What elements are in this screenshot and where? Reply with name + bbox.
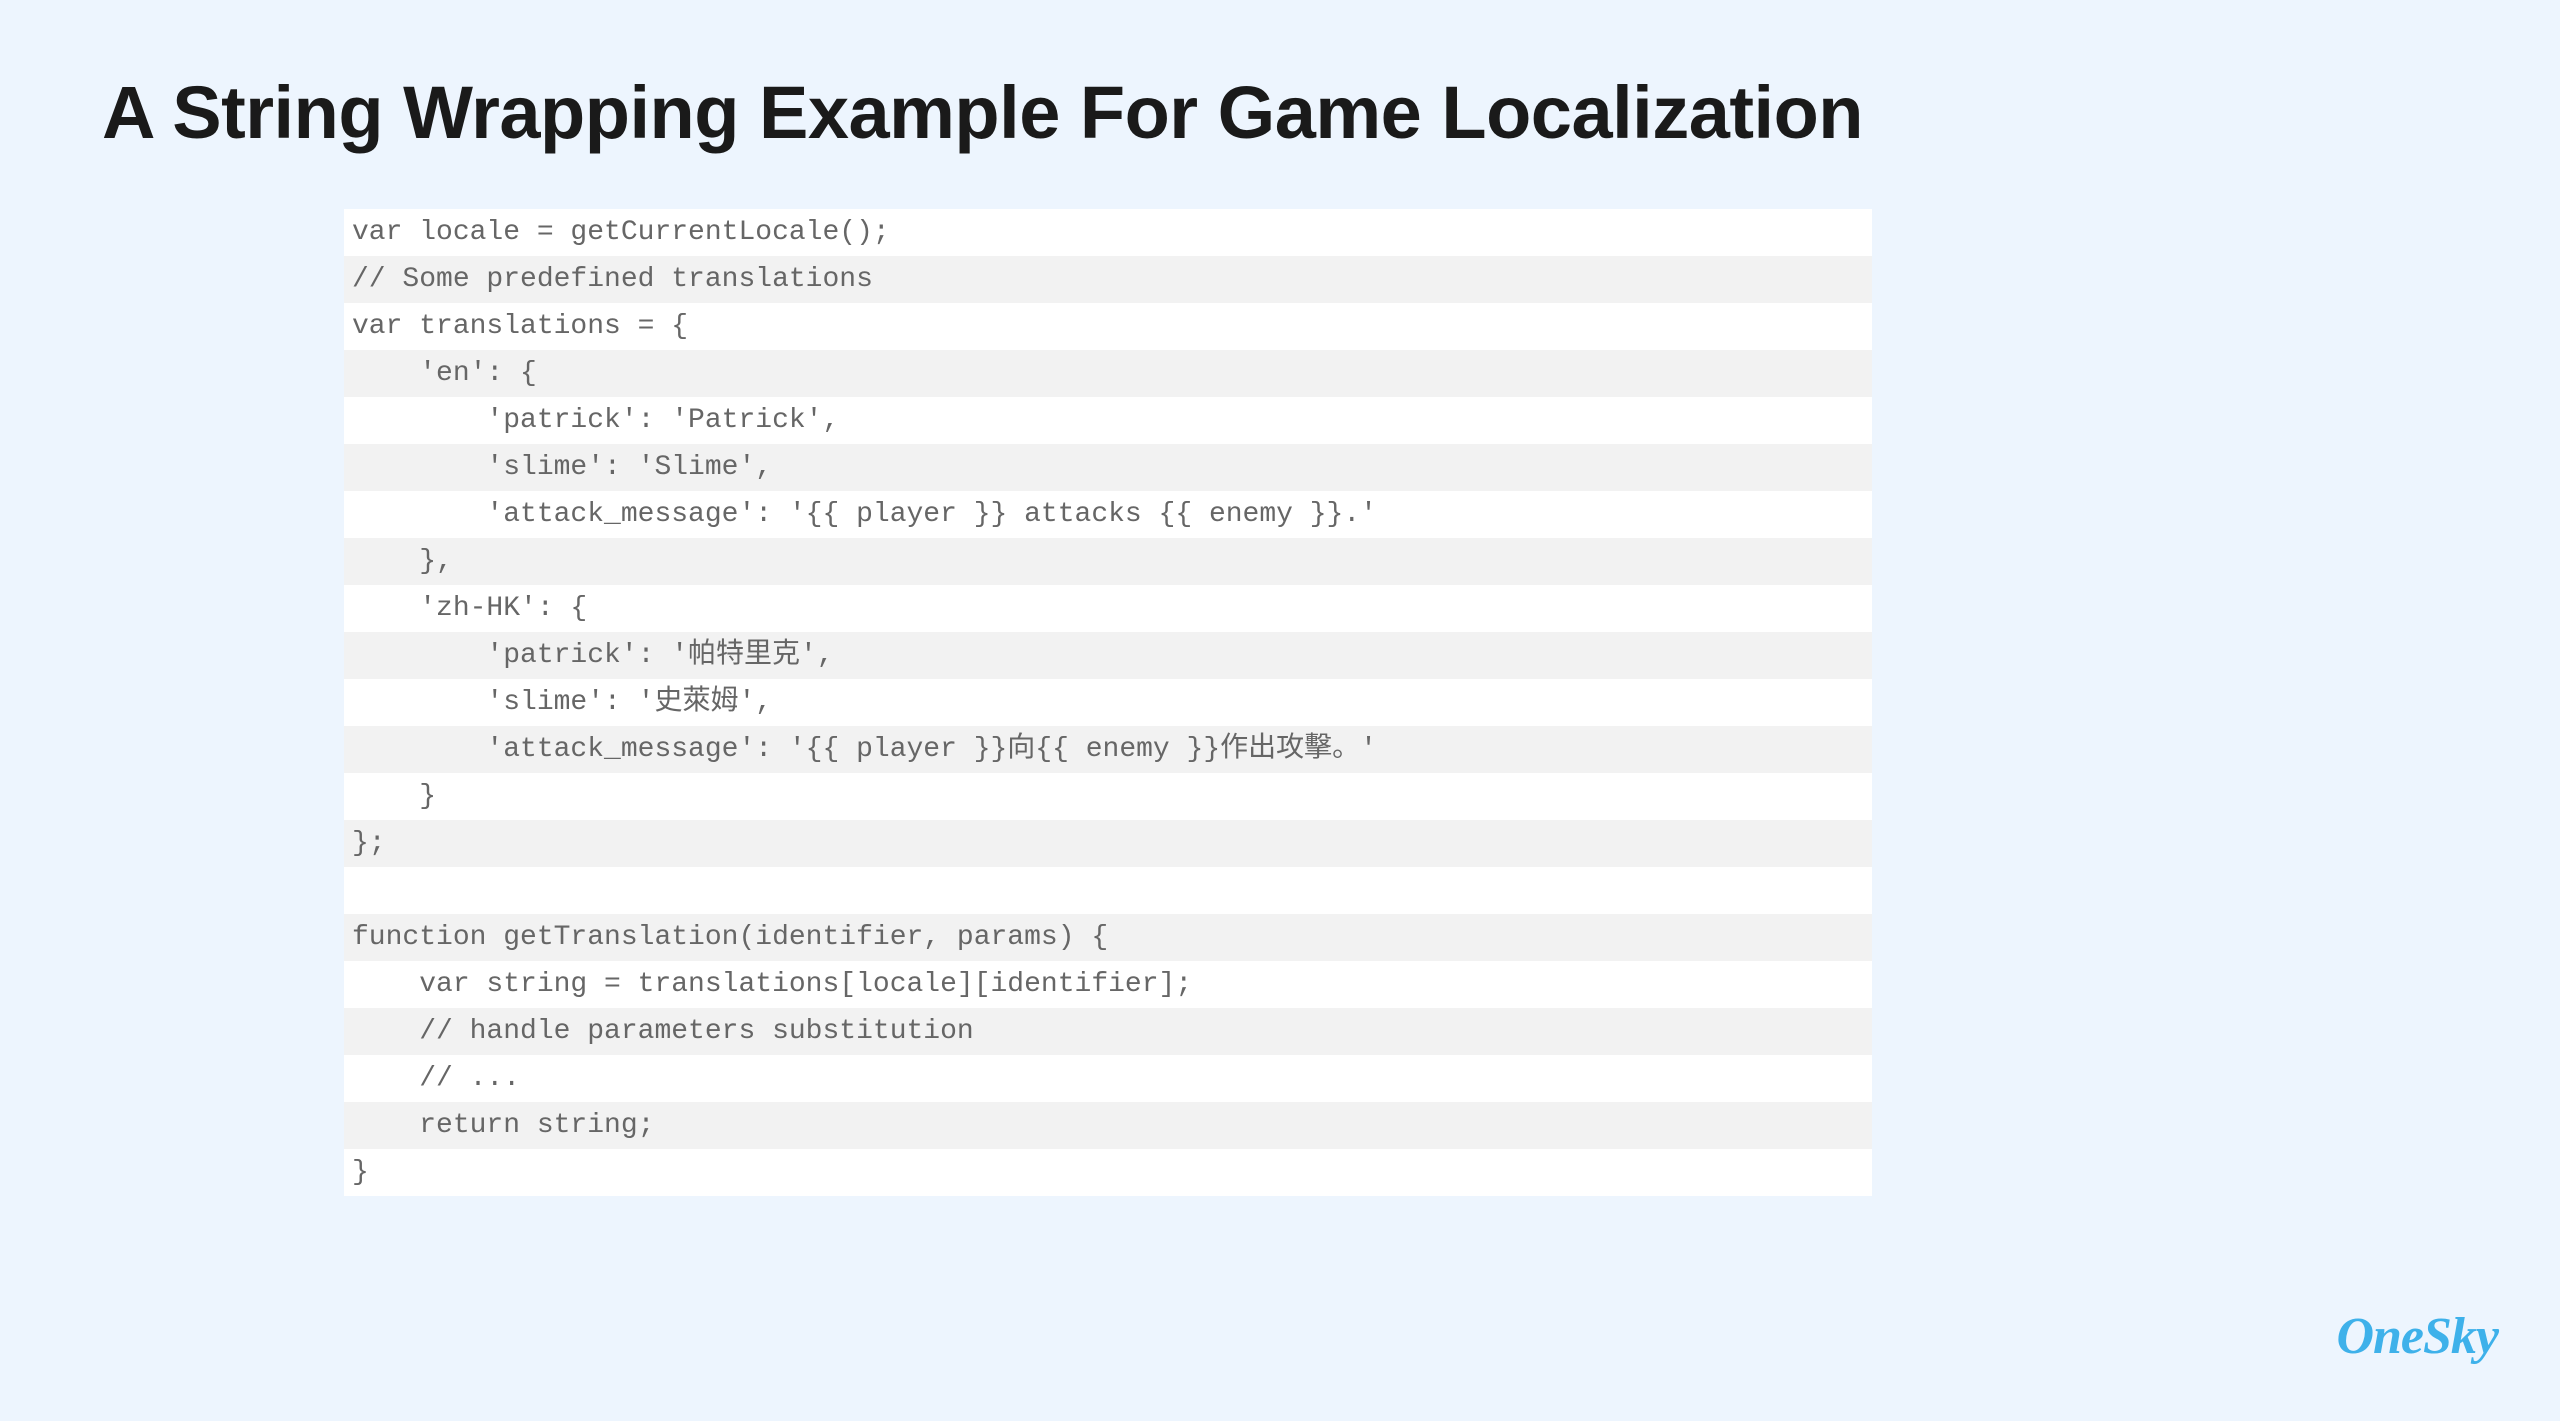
code-line: var locale = getCurrentLocale();: [344, 209, 1872, 256]
code-line: 'slime': '史萊姆',: [344, 679, 1872, 726]
code-line: },: [344, 538, 1872, 585]
code-line: [344, 867, 1872, 914]
code-line: 'patrick': 'Patrick',: [344, 397, 1872, 444]
code-line: 'patrick': '帕特里克',: [344, 632, 1872, 679]
code-line: 'attack_message': '{{ player }}向{{ enemy…: [344, 726, 1872, 773]
onesky-logo: OneSky: [2336, 1307, 2498, 1366]
code-line: var string = translations[locale][identi…: [344, 961, 1872, 1008]
code-line: function getTranslation(identifier, para…: [344, 914, 1872, 961]
code-line: 'zh-HK': {: [344, 585, 1872, 632]
code-block: var locale = getCurrentLocale();// Some …: [344, 209, 1872, 1196]
code-line: // handle parameters substitution: [344, 1008, 1872, 1055]
code-line: }: [344, 773, 1872, 820]
slide-title: A String Wrapping Example For Game Local…: [102, 70, 2460, 155]
code-line: // Some predefined translations: [344, 256, 1872, 303]
slide-container: A String Wrapping Example For Game Local…: [0, 0, 2560, 1421]
code-line: 'en': {: [344, 350, 1872, 397]
code-line: return string;: [344, 1102, 1872, 1149]
code-line: 'attack_message': '{{ player }} attacks …: [344, 491, 1872, 538]
code-line: 'slime': 'Slime',: [344, 444, 1872, 491]
code-line: }: [344, 1149, 1872, 1196]
code-line: var translations = {: [344, 303, 1872, 350]
code-line: // ...: [344, 1055, 1872, 1102]
code-line: };: [344, 820, 1872, 867]
